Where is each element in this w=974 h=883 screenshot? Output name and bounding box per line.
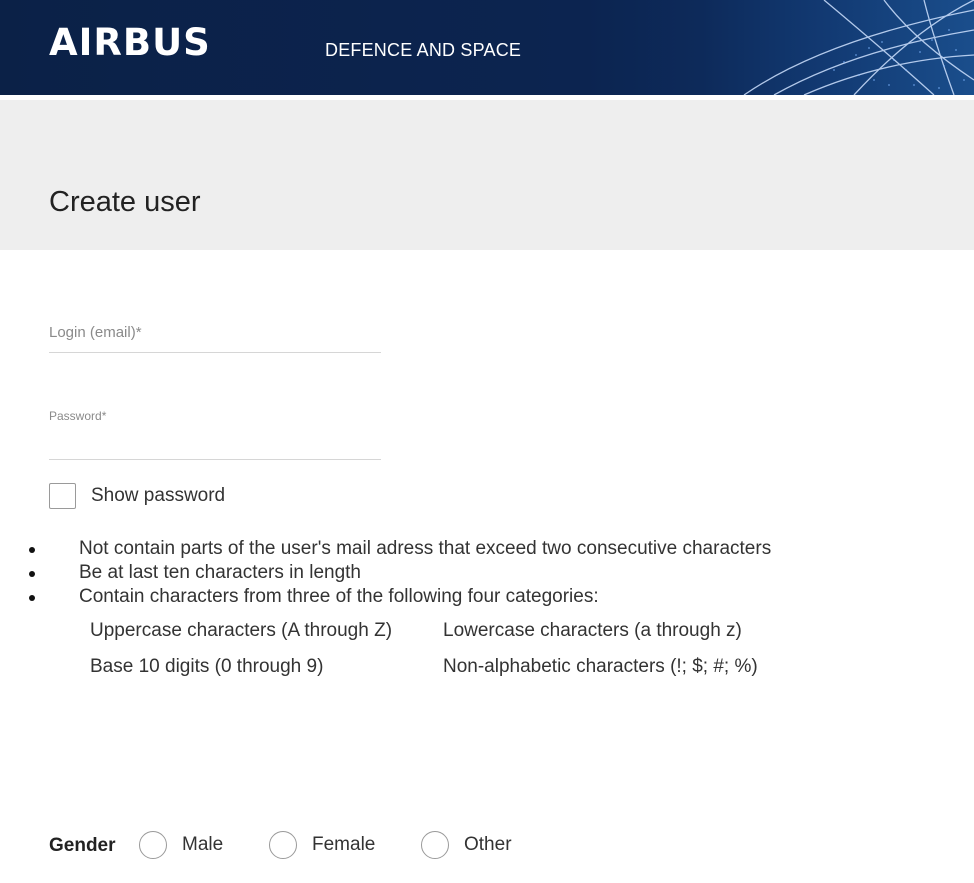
- rule-text: Be at last ten characters in length: [79, 562, 361, 583]
- category-non-alphabetic: Non-alphabetic characters (!; $; #; %): [443, 656, 758, 677]
- site-header: AIRBUS DEFENCE AND SPACE: [0, 0, 974, 95]
- bullet-icon: [29, 571, 35, 577]
- category-lowercase: Lowercase characters (a through z): [443, 620, 742, 641]
- title-band: Create user: [0, 100, 974, 250]
- rule-text: Not contain parts of the user's mail adr…: [79, 538, 772, 559]
- list-item: Contain characters from three of the fol…: [0, 585, 974, 609]
- gender-label: Gender: [49, 835, 116, 856]
- login-email-field: [49, 318, 381, 353]
- rule-text: Contain characters from three of the fol…: [79, 586, 599, 607]
- show-password-label: Show password: [91, 485, 226, 506]
- airbus-logo[interactable]: AIRBUS: [49, 23, 211, 63]
- radio-male[interactable]: [139, 831, 167, 859]
- password-rules-list: Not contain parts of the user's mail adr…: [0, 537, 974, 609]
- gender-option-other[interactable]: Other: [421, 831, 512, 859]
- category-uppercase: Uppercase characters (A through Z): [90, 620, 393, 641]
- bullet-icon: [29, 547, 35, 553]
- password-input[interactable]: [49, 429, 381, 455]
- password-field: Password*: [49, 405, 381, 460]
- list-item: Be at last ten characters in length: [0, 561, 974, 585]
- radio-other[interactable]: [421, 831, 449, 859]
- show-password-toggle[interactable]: Show password: [49, 483, 225, 509]
- show-password-checkbox[interactable]: [49, 483, 76, 509]
- page-title: Create user: [49, 186, 201, 218]
- gender-option-male[interactable]: Male: [139, 831, 223, 859]
- list-item: Not contain parts of the user's mail adr…: [0, 537, 974, 561]
- category-digits: Base 10 digits (0 through 9): [90, 656, 324, 677]
- radio-label-male: Male: [182, 834, 224, 855]
- globe-graphic-icon: [743, 0, 974, 95]
- password-label: Password*: [49, 409, 107, 423]
- gender-option-female[interactable]: Female: [269, 831, 375, 859]
- radio-label-female: Female: [312, 834, 376, 855]
- bullet-icon: [29, 595, 35, 601]
- radio-female[interactable]: [269, 831, 297, 859]
- radio-label-other: Other: [464, 834, 512, 855]
- division-label: DEFENCE AND SPACE: [325, 40, 522, 60]
- login-email-input[interactable]: [49, 318, 381, 346]
